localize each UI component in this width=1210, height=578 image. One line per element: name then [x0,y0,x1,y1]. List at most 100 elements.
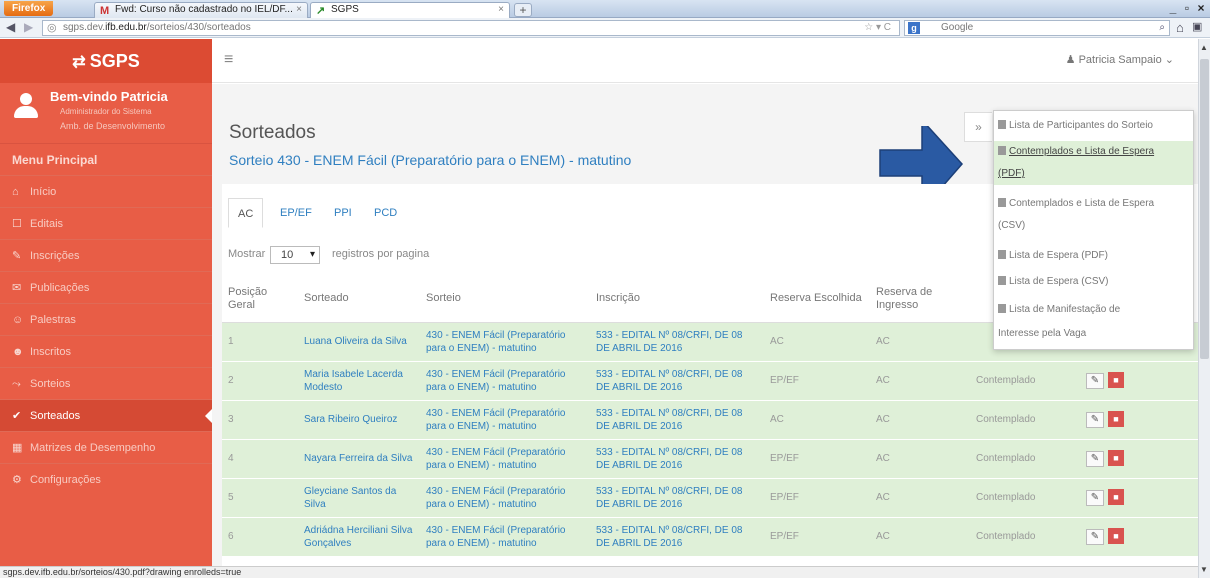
search-icon[interactable]: ⌕ [1159,21,1165,35]
cell-inscricao[interactable]: 533 - EDITAL Nº 08/CRFI, DE 08 DE ABRIL … [590,478,764,518]
scrollbar-thumb[interactable] [1200,59,1209,359]
page-size-select[interactable]: 10 ▾ [270,246,320,264]
sidebar-item-sorteios[interactable]: ⤳ Sorteios [0,367,212,399]
menu-item-manifestacao-suffix[interactable]: Interesse pela Vaga [994,323,1193,345]
delete-icon[interactable]: ■ [1108,450,1124,466]
browser-navbar: ◀ ▶ ◎ sgps.dev.ifb.edu.br/sorteios/430/s… [0,18,1210,38]
delete-icon[interactable]: ■ [1108,489,1124,505]
sidebar-item-inscricoes[interactable]: ✎ Inscrições [0,239,212,271]
cell-name[interactable]: Maria Isabele Lacerda Modesto [298,361,420,401]
cell-sorteio[interactable]: 430 - ENEM Fácil (Preparatório para o EN… [420,478,590,518]
home-icon[interactable]: ⌂ [1176,20,1184,35]
export-dropdown-menu: Lista de Participantes do Sorteio Contem… [993,110,1194,350]
user-menu[interactable]: ♟ Patricia Sampaio ⌄ [1066,53,1174,66]
column-header[interactable]: Sorteio [420,276,590,323]
sidebar-item-palestras[interactable]: ☺ Palestras [0,303,212,335]
sidebar-item-inicio[interactable]: ⌂ Início [0,175,212,207]
bookmark-star-icon[interactable]: ☆ ▾ C [864,21,891,35]
column-header[interactable]: Sorteado [298,276,420,323]
cell-sorteio[interactable]: 430 - ENEM Fácil (Preparatório para o EN… [420,322,590,362]
cell-sorteio[interactable]: 430 - ENEM Fácil (Preparatório para o EN… [420,517,590,557]
scroll-down-icon[interactable]: ▼ [1200,565,1208,574]
forward-icon[interactable]: ▶ [24,20,33,34]
column-header[interactable]: Posição Geral [222,276,298,323]
cell-inscricao[interactable]: 533 - EDITAL Nº 08/CRFI, DE 08 DE ABRIL … [590,439,764,479]
cell-inscricao[interactable]: 533 - EDITAL Nº 08/CRFI, DE 08 DE ABRIL … [590,517,764,557]
tab-ep-ef[interactable]: EP/EF [280,198,312,228]
cell-name[interactable]: Luana Oliveira da Silva [298,322,420,362]
restore-icon[interactable]: ▫ [1180,1,1194,16]
close-tab-icon[interactable]: × [498,3,504,17]
menu-item-contemplados-pdf-suffix[interactable]: (PDF) [994,163,1193,185]
user-panel: Bem-vindo Patricia Administrador do Sist… [0,83,212,143]
edit-icon[interactable]: ✎ [1086,529,1104,545]
edit-icon[interactable]: ✎ [1086,373,1104,389]
edit-icon[interactable]: ✎ [1086,451,1104,467]
menu-item-contemplados-csv-suffix[interactable]: (CSV) [994,215,1193,237]
sidebar-item-configuracoes[interactable]: ⚙ Configurações [0,463,212,495]
new-tab-button[interactable]: + [514,3,532,17]
cell-reserva: EP/EF [764,478,870,518]
cell-name[interactable]: Nayara Ferreira da Silva [298,439,420,479]
cell-sorteio[interactable]: 430 - ENEM Fácil (Preparatório para o EN… [420,361,590,401]
sidebar-item-matrizes[interactable]: ▦ Matrizes de Desempenho [0,431,212,463]
cell-ingresso: AC [870,400,970,440]
sidebar-item-sorteados[interactable]: ✔ Sorteados [0,399,212,431]
delete-icon[interactable]: ■ [1108,411,1124,427]
menu-item-contemplados-pdf[interactable]: Contemplados e Lista de Espera [994,141,1193,163]
cell-name[interactable]: Gleyciane Santos da Silva [298,478,420,518]
url-prefix: sgps.dev. [63,22,106,33]
menu-item-espera-csv[interactable]: Lista de Espera (CSV) [994,271,1193,293]
back-icon[interactable]: ◀ [6,20,15,34]
cell-name[interactable]: Adriádna Herciliani Silva Gonçalves [298,517,420,557]
app-logo[interactable]: ⇄ SGPS [0,39,212,83]
scroll-up-icon[interactable]: ▲ [1200,43,1208,52]
menu-item-manifestacao[interactable]: Lista de Manifestação de [994,299,1193,321]
cell-position: 5 [222,478,298,518]
table-row: 5 Gleyciane Santos da Silva 430 - ENEM F… [222,478,1198,518]
table-row: 6 Adriádna Herciliani Silva Gonçalves 43… [222,517,1198,557]
menu-item-espera-pdf[interactable]: Lista de Espera (PDF) [994,245,1193,267]
column-header[interactable]: Reserva Escolhida [764,276,870,323]
delete-icon[interactable]: ■ [1108,528,1124,544]
delete-icon[interactable]: ■ [1108,372,1124,388]
google-icon[interactable]: g [908,22,920,34]
tab-ppi[interactable]: PPI [334,198,352,228]
browser-menu-icon[interactable]: ▣ [1192,20,1202,33]
cell-name[interactable]: Sara Ribeiro Queiroz [298,400,420,440]
close-tab-icon[interactable]: × [296,3,302,17]
column-header[interactable]: Reserva de Ingresso [870,276,970,323]
sidebar-item-editais[interactable]: ☐ Editais [0,207,212,239]
search-bar[interactable]: g Google ⌕ [904,20,1170,36]
column-header[interactable]: Inscrição [590,276,764,323]
tab-ac[interactable]: AC [228,198,264,228]
browser-tab-sgps[interactable]: ↗ SGPS × [310,2,510,18]
menu-item-participantes[interactable]: Lista de Participantes do Sorteio [994,115,1193,137]
page-scrollbar[interactable]: ▲ ▼ [1198,39,1210,578]
minimize-icon[interactable]: _ [1166,1,1180,16]
user-icon: ♟ [1065,54,1079,66]
edit-icon[interactable]: ✎ [1086,412,1104,428]
cell-sorteio[interactable]: 430 - ENEM Fácil (Preparatório para o EN… [420,400,590,440]
sidebar-item-label: Publicações [30,282,90,294]
firefox-menu-button[interactable]: Firefox [4,1,54,16]
cell-inscricao[interactable]: 533 - EDITAL Nº 08/CRFI, DE 08 DE ABRIL … [590,322,764,362]
cell-inscricao[interactable]: 533 - EDITAL Nº 08/CRFI, DE 08 DE ABRIL … [590,400,764,440]
browser-tab-gmail[interactable]: M Fwd: Curso não cadastrado no IEL/DF...… [94,2,308,18]
cell-reserva: AC [764,322,870,362]
sidebar-item-inscritos[interactable]: ☻ Inscritos [0,335,212,367]
chevron-down-icon: ▾ [309,249,315,260]
menu-item-contemplados-csv[interactable]: Contemplados e Lista de Espera [994,193,1193,215]
address-bar[interactable]: ◎ sgps.dev.ifb.edu.br/sorteios/430/sorte… [42,20,900,36]
tab-pcd[interactable]: PCD [374,198,397,228]
site-identity-icon[interactable]: ◎ [47,21,57,35]
export-toggle-button[interactable]: » [964,112,992,142]
close-window-icon[interactable]: × [1194,1,1208,16]
sidebar-item-label: Inscrições [30,250,80,262]
cell-sorteio[interactable]: 430 - ENEM Fácil (Preparatório para o EN… [420,439,590,479]
pencil-icon: ✎ [12,250,22,262]
sidebar-item-publicacoes[interactable]: ✉ Publicações [0,271,212,303]
edit-icon[interactable]: ✎ [1086,490,1104,506]
cell-inscricao[interactable]: 533 - EDITAL Nº 08/CRFI, DE 08 DE ABRIL … [590,361,764,401]
menu-toggle-icon[interactable]: ≡ [224,51,233,69]
